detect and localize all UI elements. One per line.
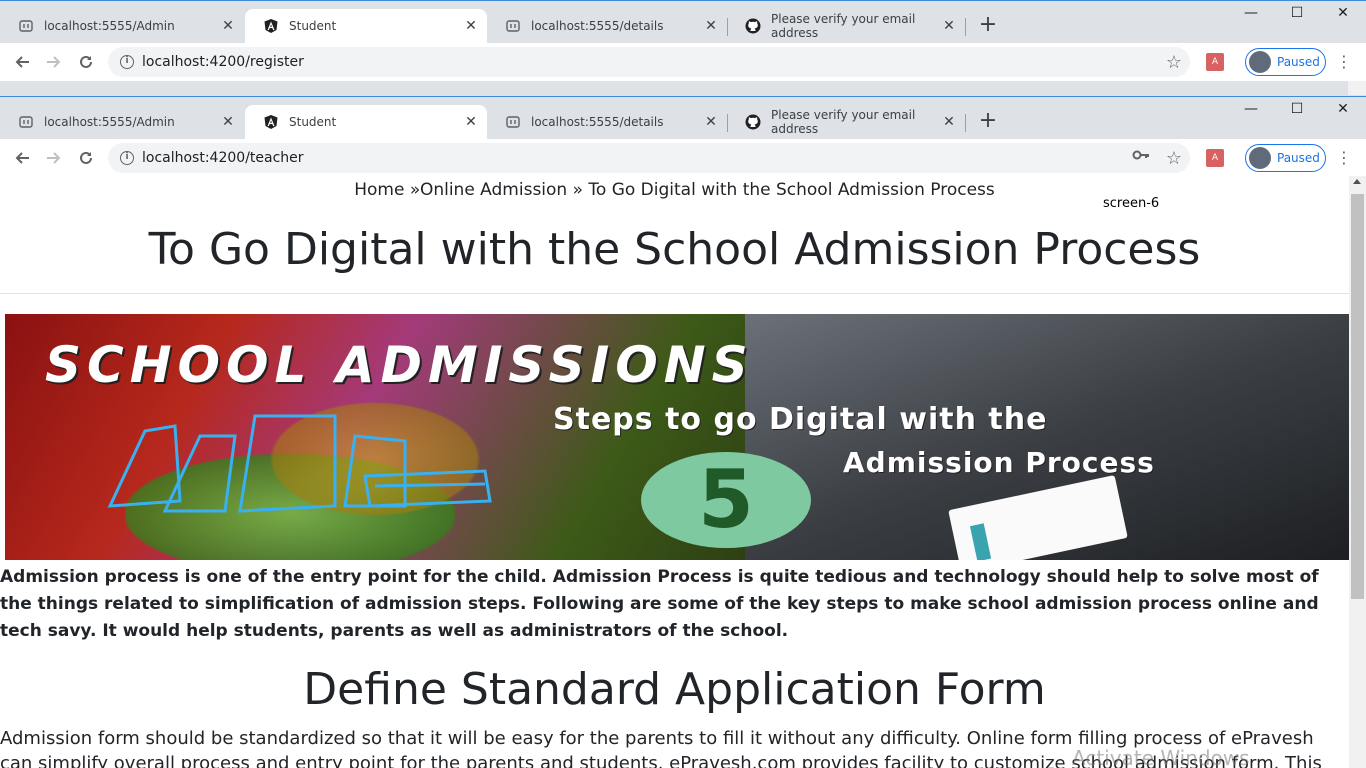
forward-button[interactable] bbox=[42, 50, 66, 74]
info-icon[interactable]: i bbox=[120, 151, 134, 165]
avatar bbox=[1249, 51, 1271, 73]
profile-label: Paused bbox=[1277, 151, 1320, 165]
tab-title: Please verify your email address bbox=[771, 12, 916, 40]
intro-paragraph: Admission process is one of the entry po… bbox=[0, 567, 1319, 641]
reload-button[interactable] bbox=[74, 146, 98, 170]
minimize-button[interactable]: — bbox=[1228, 5, 1274, 29]
close-window-button[interactable]: ✕ bbox=[1320, 101, 1366, 125]
scroll-up-icon[interactable] bbox=[1353, 179, 1361, 184]
profile-button[interactable]: Paused bbox=[1245, 144, 1326, 172]
tab-github[interactable]: Please verify your email address ✕ bbox=[727, 9, 965, 43]
tab-title: Student bbox=[289, 115, 337, 129]
tab-student[interactable]: Student ✕ bbox=[245, 9, 487, 43]
page-title: To Go Digital with the School Admission … bbox=[148, 224, 1201, 275]
tab-title: localhost:5555/details bbox=[531, 19, 664, 33]
angular-dev-icon bbox=[505, 18, 521, 34]
tab-details[interactable]: localhost:5555/details ✕ bbox=[487, 9, 727, 43]
back-window-scrollbar[interactable] bbox=[1348, 81, 1366, 95]
back-button[interactable] bbox=[10, 146, 34, 170]
tab-divider bbox=[965, 114, 966, 132]
banner-subtitle-line2: Admission Process bbox=[843, 446, 1155, 479]
page-content: Home »Online Admission » To Go Digital w… bbox=[0, 176, 1349, 768]
minimize-button[interactable]: — bbox=[1228, 101, 1274, 125]
angular-dev-icon bbox=[18, 18, 34, 34]
section-heading: Define Standard Application Form bbox=[303, 664, 1046, 715]
page-scrollbar[interactable] bbox=[1349, 176, 1366, 768]
star-icon[interactable]: ☆ bbox=[1166, 148, 1182, 169]
tab-title: localhost:5555/details bbox=[531, 115, 664, 129]
back-window-content bbox=[0, 81, 1230, 95]
avatar bbox=[1249, 147, 1271, 169]
banner-number-badge: 5 bbox=[641, 452, 811, 548]
tab-title: Please verify your email address bbox=[771, 108, 916, 136]
pdf-extension-icon[interactable]: A bbox=[1206, 149, 1224, 167]
reload-button[interactable] bbox=[74, 50, 98, 74]
url-text: localhost:4200/register bbox=[142, 54, 304, 70]
tab-student[interactable]: Student ✕ bbox=[245, 105, 487, 139]
arrow-right-icon bbox=[47, 56, 61, 68]
arrow-right-icon bbox=[47, 152, 61, 164]
info-icon[interactable]: i bbox=[120, 55, 134, 69]
forward-button[interactable] bbox=[42, 146, 66, 170]
angular-dev-icon bbox=[18, 114, 34, 130]
pdf-extension-icon[interactable]: A bbox=[1206, 53, 1224, 71]
browser-toolbar: i localhost:4200/register ☆ A Paused ⋮ bbox=[0, 43, 1366, 81]
banner-headline: SCHOOL ADMISSIONS bbox=[45, 336, 754, 394]
close-icon[interactable]: ✕ bbox=[463, 18, 479, 34]
tab-admin[interactable]: localhost:5555/Admin ✕ bbox=[0, 105, 244, 139]
angular-icon bbox=[263, 18, 279, 34]
close-icon[interactable]: ✕ bbox=[703, 18, 719, 34]
tab-divider bbox=[965, 18, 966, 36]
profile-button[interactable]: Paused bbox=[1245, 48, 1326, 76]
tab-title: localhost:5555/Admin bbox=[44, 115, 175, 129]
new-tab-button[interactable]: + bbox=[978, 110, 998, 132]
close-icon[interactable]: ✕ bbox=[941, 18, 957, 34]
arrow-left-icon bbox=[15, 56, 29, 68]
key-icon[interactable] bbox=[1132, 149, 1150, 165]
reload-icon bbox=[80, 151, 92, 164]
close-icon[interactable]: ✕ bbox=[220, 114, 236, 130]
angular-dev-icon bbox=[505, 114, 521, 130]
maximize-button[interactable]: ☐ bbox=[1274, 101, 1320, 125]
banner-image: SCHOOL ADMISSIONS Steps to go Digital wi… bbox=[5, 314, 1349, 560]
url-text: localhost:4200/teacher bbox=[142, 150, 304, 166]
divider bbox=[0, 293, 1349, 294]
back-button[interactable] bbox=[10, 50, 34, 74]
github-icon bbox=[745, 18, 761, 34]
browser-window-front: localhost:5555/Admin ✕ Student ✕ localho… bbox=[0, 96, 1366, 177]
star-icon[interactable]: ☆ bbox=[1166, 52, 1182, 73]
maximize-button[interactable]: ☐ bbox=[1274, 5, 1320, 29]
tab-title: localhost:5555/Admin bbox=[44, 19, 175, 33]
new-tab-button[interactable]: + bbox=[978, 14, 998, 36]
screen-label: screen-6 bbox=[1103, 196, 1160, 211]
angular-icon bbox=[263, 114, 279, 130]
github-icon bbox=[745, 114, 761, 130]
address-bar[interactable]: i localhost:4200/register ☆ bbox=[108, 47, 1190, 77]
close-icon[interactable]: ✕ bbox=[703, 114, 719, 130]
reload-icon bbox=[80, 55, 92, 68]
scrollbar-thumb[interactable] bbox=[1351, 194, 1364, 599]
close-icon[interactable]: ✕ bbox=[941, 114, 957, 130]
arrow-left-icon bbox=[15, 152, 29, 164]
tab-title: Student bbox=[289, 19, 337, 33]
tab-details[interactable]: localhost:5555/details ✕ bbox=[487, 105, 727, 139]
tab-github[interactable]: Please verify your email address ✕ bbox=[727, 105, 965, 139]
close-window-button[interactable]: ✕ bbox=[1320, 5, 1366, 29]
os-watermark: Activate Windows bbox=[1072, 746, 1250, 768]
address-bar[interactable]: i localhost:4200/teacher ☆ bbox=[108, 143, 1190, 173]
banner-subtitle-line1: Steps to go Digital with the bbox=[553, 402, 1048, 437]
more-menu-icon[interactable]: ⋮ bbox=[1336, 51, 1352, 73]
browser-toolbar: i localhost:4200/teacher ☆ A Paused ⋮ bbox=[0, 139, 1366, 177]
close-icon[interactable]: ✕ bbox=[463, 114, 479, 130]
books-illustration-icon bbox=[107, 414, 492, 513]
tab-strip: localhost:5555/Admin ✕ Student ✕ localho… bbox=[0, 97, 1366, 139]
close-icon[interactable]: ✕ bbox=[220, 18, 236, 34]
profile-label: Paused bbox=[1277, 55, 1320, 69]
more-menu-icon[interactable]: ⋮ bbox=[1336, 147, 1352, 169]
tab-strip: localhost:5555/Admin ✕ Student ✕ localho… bbox=[0, 1, 1366, 43]
tab-admin[interactable]: localhost:5555/Admin ✕ bbox=[0, 9, 244, 43]
